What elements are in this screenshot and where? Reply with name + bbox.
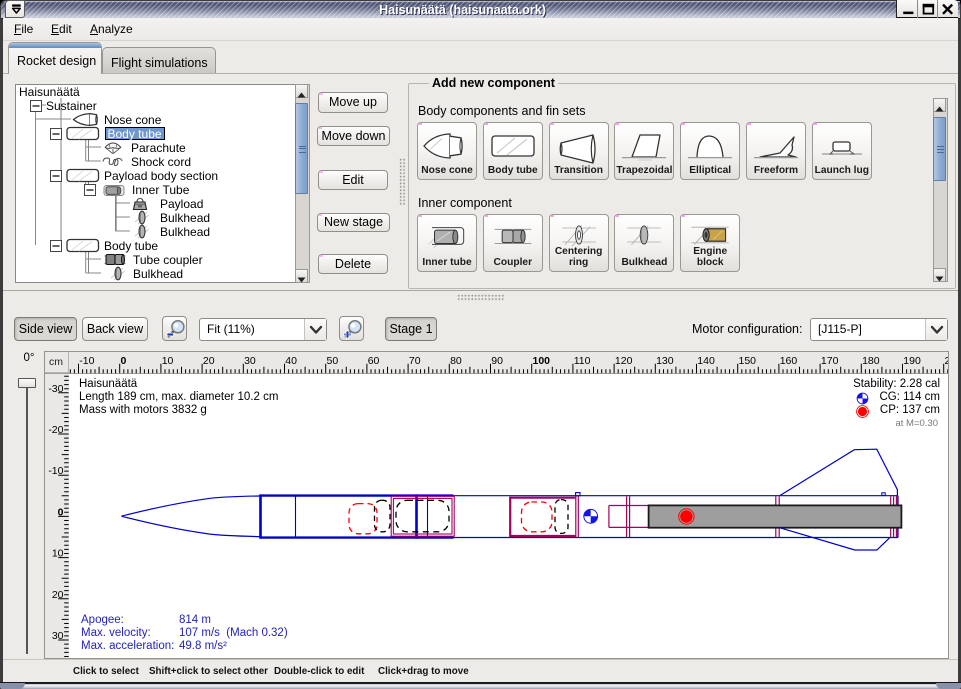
svg-text:0: 0	[121, 355, 127, 367]
svg-text:-10: -10	[79, 355, 94, 367]
svg-text:30: 30	[244, 355, 256, 367]
svg-text:130: 130	[656, 355, 674, 367]
svg-text:-10: -10	[48, 465, 63, 477]
svg-text:100: 100	[533, 355, 551, 367]
svg-text:20: 20	[203, 355, 215, 367]
svg-text:140: 140	[697, 355, 715, 367]
svg-text:170: 170	[821, 355, 839, 367]
svg-text:110: 110	[574, 355, 591, 367]
svg-text:0: 0	[58, 506, 64, 518]
svg-text:190: 190	[903, 355, 921, 367]
svg-text:-20: -20	[48, 424, 63, 436]
svg-text:60: 60	[368, 355, 380, 367]
svg-text:70: 70	[409, 355, 421, 367]
svg-text:40: 40	[285, 355, 297, 367]
svg-text:200: 200	[945, 355, 949, 367]
svg-text:10: 10	[52, 548, 64, 560]
svg-text:150: 150	[739, 355, 757, 367]
svg-text:180: 180	[862, 355, 880, 367]
svg-text:80: 80	[450, 355, 462, 367]
svg-text:90: 90	[491, 355, 503, 367]
svg-text:20: 20	[52, 589, 64, 601]
svg-text:160: 160	[780, 355, 798, 367]
svg-text:-30: -30	[48, 383, 63, 395]
svg-text:120: 120	[615, 355, 633, 367]
svg-text:50: 50	[327, 355, 339, 367]
svg-text:30: 30	[52, 630, 64, 642]
svg-text:10: 10	[162, 355, 174, 367]
